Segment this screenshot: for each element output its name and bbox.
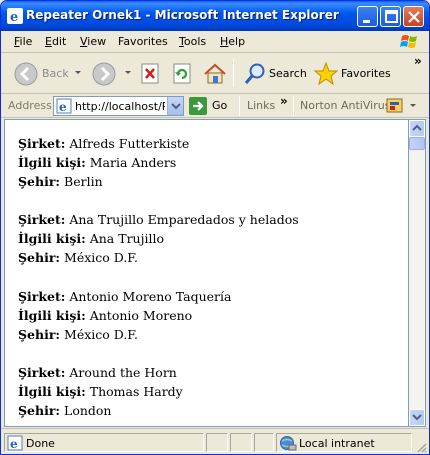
address-label: Address <box>8 99 52 112</box>
toolbar-chevron[interactable]: » <box>414 54 422 68</box>
page-done-icon: e <box>7 435 23 451</box>
page-content[interactable]: Şirket: Alfreds Futterkiste İlgili kişi:… <box>4 119 409 427</box>
go-arrow-icon <box>189 97 207 115</box>
links-separator <box>293 96 294 116</box>
chevron-down-icon <box>171 103 181 110</box>
address-input[interactable]: e http://localhost/Re <box>53 96 184 116</box>
resize-grip-icon[interactable] <box>415 441 427 453</box>
norton-icon[interactable] <box>386 98 404 114</box>
record-item: Şirket: Antonio Moreno Taquería İlgili k… <box>18 289 232 342</box>
scroll-down-button[interactable] <box>409 409 425 426</box>
back-arrow-icon <box>14 62 38 86</box>
star-icon <box>313 61 339 86</box>
chevron-up-icon <box>412 124 422 131</box>
menu-tools[interactable]: Tools <box>179 35 206 48</box>
browser-window: e Repeater Ornek1 - Microsoft Internet E… <box>0 0 430 455</box>
status-cell <box>206 433 228 452</box>
menu-help[interactable]: Help <box>220 35 245 48</box>
window-title: Repeater Ornek1 - Microsoft Internet Exp… <box>26 8 339 22</box>
menu-file[interactable]: File <box>14 35 32 48</box>
record-item: Şirket: Around the Horn İlgili kişi: Tho… <box>18 365 183 418</box>
links-label[interactable]: Links <box>247 99 275 112</box>
scroll-thumb[interactable] <box>409 137 425 150</box>
close-button[interactable] <box>403 6 424 27</box>
search-icon <box>244 63 265 84</box>
refresh-button[interactable] <box>171 59 195 89</box>
go-button[interactable]: Go <box>188 95 230 117</box>
status-cell <box>254 433 274 452</box>
address-bar: Address e http://localhost/Re Go Links »… <box>1 94 429 118</box>
menu-bar: File Edit View Favorites Tools Help <box>1 31 429 53</box>
norton-dropdown-arrow[interactable] <box>410 104 416 107</box>
norton-label[interactable]: Norton AntiVirus <box>300 99 390 112</box>
search-button[interactable]: Search <box>241 59 307 89</box>
minimize-icon <box>363 20 370 23</box>
stop-button[interactable] <box>139 59 163 89</box>
forward-arrow-icon <box>92 62 116 86</box>
maximize-icon <box>385 10 398 23</box>
back-button[interactable]: Back <box>11 59 71 89</box>
scroll-up-button[interactable] <box>409 120 425 137</box>
title-bar[interactable]: e Repeater Ornek1 - Microsoft Internet E… <box>1 1 429 31</box>
stop-icon <box>141 63 159 84</box>
status-cell <box>230 433 252 452</box>
refresh-icon <box>173 63 191 84</box>
address-dropdown-button[interactable] <box>167 97 183 115</box>
menu-edit[interactable]: Edit <box>45 35 66 48</box>
svg-text:e: e <box>59 100 67 114</box>
links-chevron[interactable]: » <box>280 94 288 108</box>
status-bar: e Done Local intranet <box>1 428 429 454</box>
status-text: Done <box>26 437 55 450</box>
chevron-down-icon <box>412 414 422 421</box>
status-zone: Local intranet <box>276 433 412 452</box>
menu-favorites[interactable]: Favorites <box>118 35 168 48</box>
windows-logo-icon <box>400 35 417 48</box>
page-icon: e <box>56 98 72 114</box>
favorites-button[interactable]: Favorites <box>313 59 391 89</box>
close-icon <box>408 11 420 23</box>
address-separator <box>239 96 240 116</box>
minimize-button[interactable] <box>357 6 378 27</box>
status-main: e Done <box>4 433 204 452</box>
menu-view[interactable]: View <box>80 35 106 48</box>
home-icon <box>204 63 226 84</box>
zone-text: Local intranet <box>299 437 375 450</box>
home-button[interactable] <box>201 59 229 89</box>
record-item: Şirket: Ana Trujillo Emparedados y helad… <box>18 212 299 265</box>
back-dropdown-arrow[interactable] <box>75 71 81 74</box>
maximize-button[interactable] <box>380 6 401 27</box>
svg-text:e: e <box>10 10 18 24</box>
toolbar-separator <box>233 59 234 87</box>
svg-text:e: e <box>10 437 18 451</box>
address-value: http://localhost/Re <box>75 100 165 113</box>
forward-button[interactable] <box>89 59 127 89</box>
intranet-icon <box>280 436 297 451</box>
forward-dropdown-arrow[interactable] <box>125 71 131 74</box>
record-item: Şirket: Alfreds Futterkiste İlgili kişi:… <box>18 136 190 189</box>
ie-logo-icon: e <box>7 8 23 24</box>
vertical-scrollbar[interactable] <box>409 119 426 427</box>
standard-toolbar: Back Search Favorites » <box>1 54 429 94</box>
